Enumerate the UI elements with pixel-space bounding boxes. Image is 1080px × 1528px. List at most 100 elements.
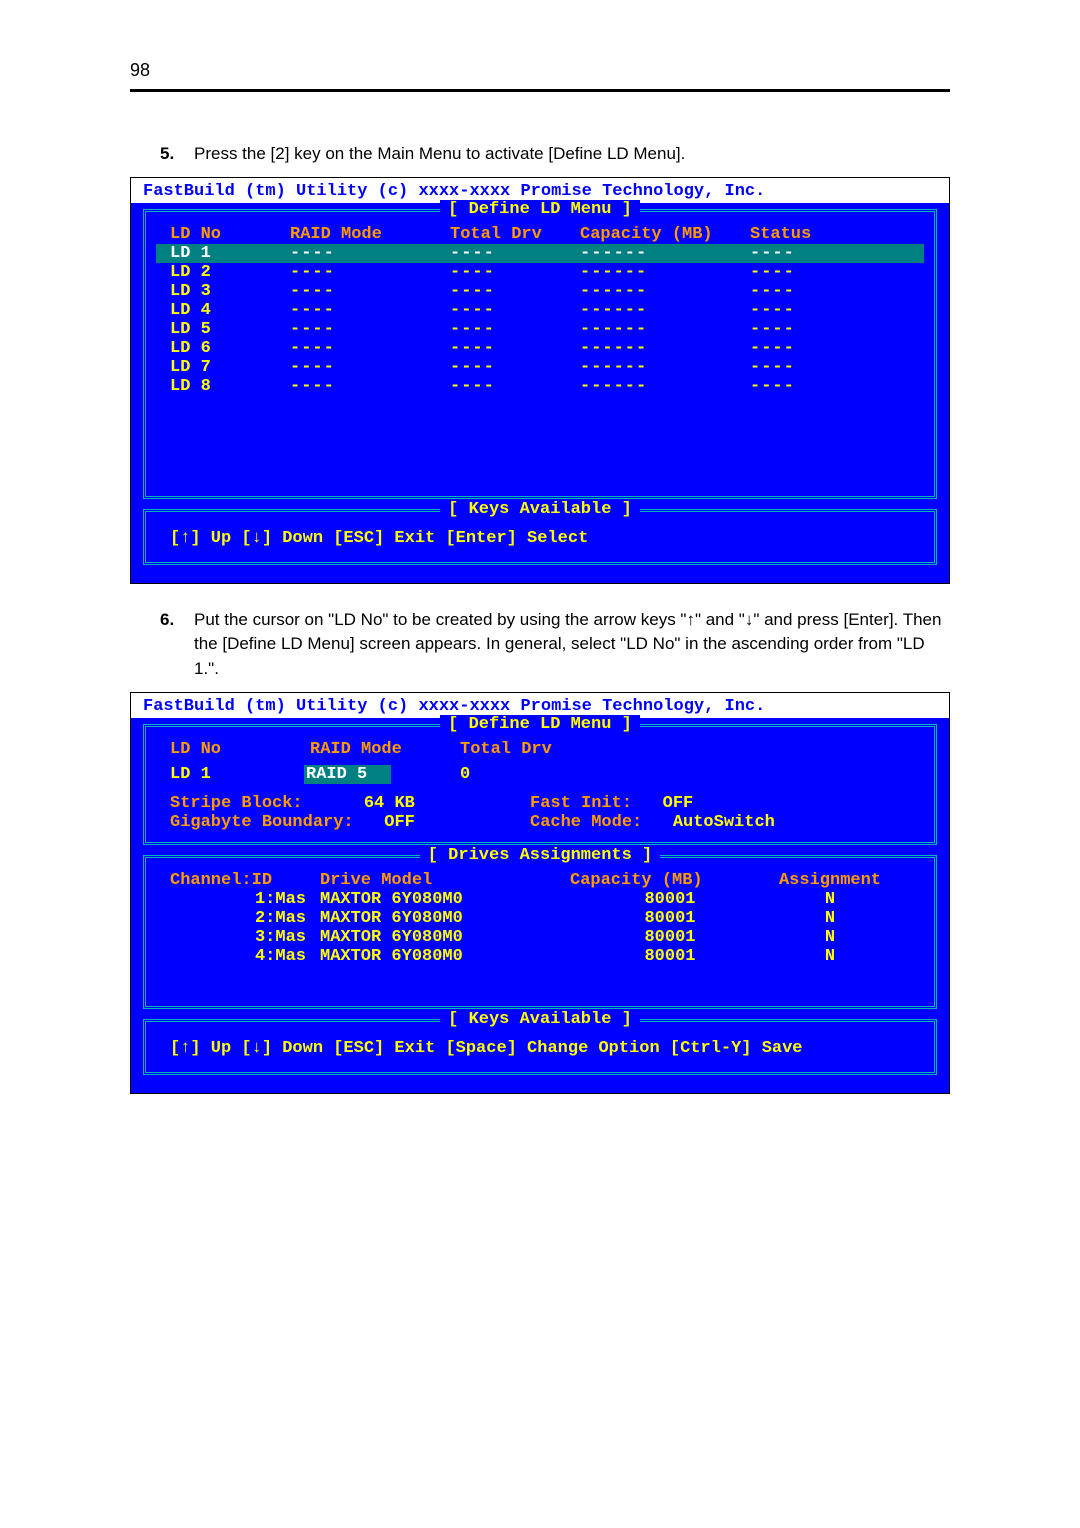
raid-mode: ---- — [290, 263, 450, 282]
ld-no: LD 1 — [170, 244, 290, 263]
step-text: Press the [2] key on the Main Menu to ac… — [194, 142, 950, 167]
status: ---- — [750, 263, 870, 282]
total-drv: ---- — [450, 301, 580, 320]
stripe-label: Stripe Block: — [170, 794, 303, 813]
keys-title-text: [ Keys Available ] — [440, 1010, 640, 1029]
ld-no: LD 5 — [170, 320, 290, 339]
raid-mode: ---- — [290, 377, 450, 396]
capacity: 80001 — [540, 928, 770, 947]
bios-body: [ Define LD Menu ] LD No RAID Mode Total… — [131, 718, 949, 1093]
total-drv: ---- — [450, 358, 580, 377]
raid-mode: ---- — [290, 320, 450, 339]
keys-title-text: [ Keys Available ] — [440, 500, 640, 519]
status: ---- — [750, 339, 870, 358]
capacity: ------ — [580, 301, 750, 320]
capacity: ------ — [580, 320, 750, 339]
instruction-step-6: 6. Put the cursor on "LD No" to be creat… — [160, 608, 950, 682]
col-raid: RAID Mode — [290, 225, 450, 244]
assignment: N — [770, 909, 890, 928]
drive-row[interactable]: 1:MasMAXTOR 6Y080M080001N — [156, 890, 924, 909]
status: ---- — [750, 358, 870, 377]
raid-mode-selected[interactable]: RAID 5 — [304, 765, 391, 784]
status: ---- — [750, 282, 870, 301]
step-number: 5. — [160, 142, 194, 167]
h-tot: Total Drv — [460, 740, 590, 759]
opts-right: Fast Init: OFF Cache Mode: AutoSwitch — [530, 794, 775, 832]
total-drv: ---- — [450, 263, 580, 282]
total-drv: ---- — [450, 282, 580, 301]
panel-title-text: [ Define LD Menu ] — [440, 200, 640, 219]
ld-detail-row[interactable]: LD 1 RAID 5 0 — [156, 765, 924, 784]
total-drv: ---- — [450, 320, 580, 339]
ld-row[interactable]: LD 7------------------ — [156, 358, 924, 377]
drive-model: MAXTOR 6Y080M0 — [320, 890, 540, 909]
channel-id: 3:Mas — [170, 928, 320, 947]
raid-mode: ---- — [290, 301, 450, 320]
v-raid: RAID 5 — [310, 765, 460, 784]
ld-no: LD 7 — [170, 358, 290, 377]
step-text: Put the cursor on "LD No" to be created … — [194, 608, 950, 682]
opt-stripe[interactable]: Stripe Block: 64 KB — [170, 794, 530, 813]
capacity: ------ — [580, 282, 750, 301]
spacer — [156, 966, 924, 996]
ld-row[interactable]: LD 4------------------ — [156, 301, 924, 320]
raid-mode: ---- — [290, 339, 450, 358]
ld-row[interactable]: LD 8------------------ — [156, 377, 924, 396]
capacity: 80001 — [540, 947, 770, 966]
ld-row[interactable]: LD 1------------------ — [156, 244, 924, 263]
options-row: Stripe Block: 64 KB Gigabyte Boundary: O… — [156, 794, 924, 832]
gb-label: Gigabyte Boundary: — [170, 813, 354, 832]
col-stat: Status — [750, 225, 870, 244]
channel-id: 2:Mas — [170, 909, 320, 928]
panel-title-text: [ Define LD Menu ] — [440, 715, 640, 734]
spacer — [156, 396, 924, 486]
ld-rows: LD 1------------------LD 2--------------… — [156, 244, 924, 396]
opt-gb[interactable]: Gigabyte Boundary: OFF — [170, 813, 530, 832]
capacity: 80001 — [540, 890, 770, 909]
instruction-step-5: 5. Press the [2] key on the Main Menu to… — [160, 142, 950, 167]
opts-left: Stripe Block: 64 KB Gigabyte Boundary: O… — [170, 794, 530, 832]
ld-row[interactable]: LD 6------------------ — [156, 339, 924, 358]
capacity: ------ — [580, 263, 750, 282]
drives-header: Channel:ID Drive Model Capacity (MB) Ass… — [156, 871, 924, 890]
keys-row: [↑] Up [↓] Down [ESC] Exit [Enter] Selec… — [156, 525, 924, 552]
opt-fastinit[interactable]: Fast Init: OFF — [530, 794, 775, 813]
drives-rows: 1:MasMAXTOR 6Y080M080001N2:MasMAXTOR 6Y0… — [156, 890, 924, 966]
panel-title: [ Keys Available ] — [156, 500, 924, 519]
ld-row[interactable]: LD 2------------------ — [156, 263, 924, 282]
ld-row[interactable]: LD 3------------------ — [156, 282, 924, 301]
capacity: ------ — [580, 339, 750, 358]
assignment: N — [770, 928, 890, 947]
panel-drives-assignments: [ Drives Assignments ] Channel:ID Drive … — [143, 855, 937, 1009]
assignment: N — [770, 890, 890, 909]
cm-label: Cache Mode: — [530, 813, 642, 832]
panel-title: [ Keys Available ] — [156, 1010, 924, 1029]
drive-row[interactable]: 3:MasMAXTOR 6Y080M080001N — [156, 928, 924, 947]
drive-row[interactable]: 4:MasMAXTOR 6Y080M080001N — [156, 947, 924, 966]
drive-row[interactable]: 2:MasMAXTOR 6Y080M080001N — [156, 909, 924, 928]
h-ld: LD No — [170, 740, 310, 759]
col-ld: LD No — [170, 225, 290, 244]
raid-mode: ---- — [290, 282, 450, 301]
step-number: 6. — [160, 608, 194, 682]
opt-cache[interactable]: Cache Mode: AutoSwitch — [530, 813, 775, 832]
total-drv: ---- — [450, 339, 580, 358]
status: ---- — [750, 320, 870, 339]
h-ch: Channel:ID — [170, 871, 320, 890]
v-tot: 0 — [460, 765, 590, 784]
h-asg: Assignment — [770, 871, 890, 890]
assignment: N — [770, 947, 890, 966]
total-drv: ---- — [450, 244, 580, 263]
capacity: ------ — [580, 244, 750, 263]
stripe-value: 64 KB — [364, 794, 415, 813]
col-tot: Total Drv — [450, 225, 580, 244]
raid-mode: ---- — [290, 244, 450, 263]
drive-model: MAXTOR 6Y080M0 — [320, 928, 540, 947]
panel-title: [ Define LD Menu ] — [156, 715, 924, 734]
ld-no: LD 6 — [170, 339, 290, 358]
ld-no: LD 3 — [170, 282, 290, 301]
ld-row[interactable]: LD 5------------------ — [156, 320, 924, 339]
bios-body: [ Define LD Menu ] LD No RAID Mode Total… — [131, 203, 949, 583]
panel-define-ld-menu: [ Define LD Menu ] LD No RAID Mode Total… — [143, 209, 937, 499]
keys-row: [↑] Up [↓] Down [ESC] Exit [Space] Chang… — [156, 1035, 924, 1062]
